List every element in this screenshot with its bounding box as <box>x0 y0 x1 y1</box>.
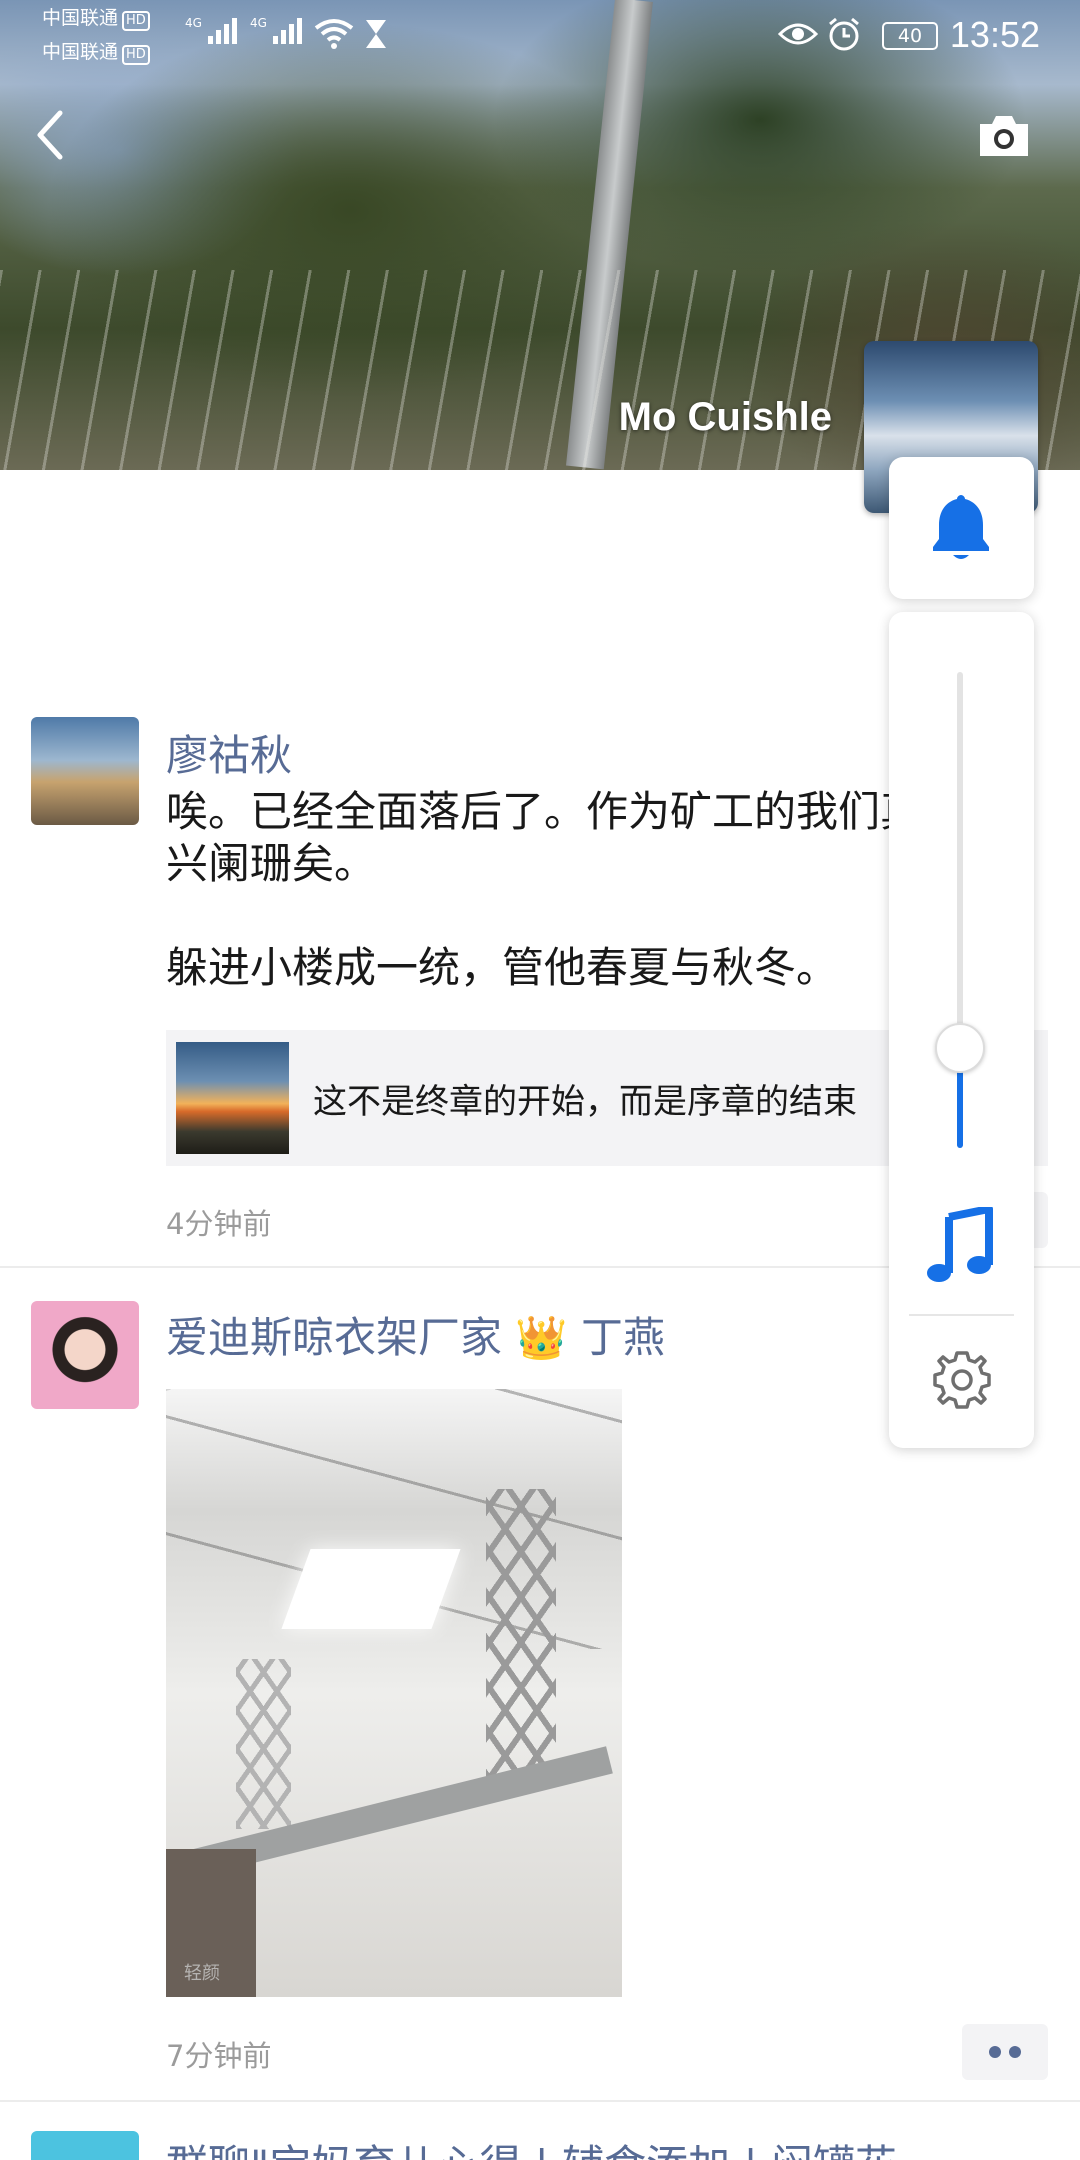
cover-user-name: Mo Cuishle <box>618 395 832 439</box>
post-timestamp: 7分钟前 <box>166 2039 272 2073</box>
avatar[interactable] <box>31 717 139 825</box>
moments-page: Mo Cuishle 中国联通 HD 中国联通 HD 4G 4G 40 13:5… <box>0 0 1080 2160</box>
more-button[interactable] <box>962 2024 1048 2080</box>
post-photo[interactable]: 轻颜 <box>166 1389 622 1997</box>
post-timestamp: 4分钟前 <box>166 1207 272 1241</box>
link-title: 这不是终章的开始，而是序章的结束 <box>313 1082 857 1122</box>
music-button[interactable] <box>925 1205 999 1287</box>
photo-watermark: 轻颜 <box>184 1963 220 1984</box>
bell-icon <box>933 495 989 559</box>
signal-icon-1: 4G <box>185 16 240 50</box>
post-author[interactable]: 群聊"宝妈育儿心得 | 辅食添加 | 闷罐花 <box>166 2132 897 2160</box>
media-volume-panel <box>889 612 1034 1448</box>
clock: 13:52 <box>949 14 1040 55</box>
alarm-icon <box>826 16 862 56</box>
carrier-label-2: 中国联通 HD <box>42 40 150 65</box>
music-note-icon <box>927 1205 993 1282</box>
gear-icon <box>933 1351 991 1409</box>
carrier-label-1: 中国联通 HD <box>42 6 150 31</box>
signal-icon-2: 4G <box>250 16 305 50</box>
avatar[interactable] <box>31 2131 139 2160</box>
panel-divider <box>909 1314 1014 1316</box>
battery-indicator: 40 <box>882 22 938 50</box>
camera-icon <box>980 116 1028 156</box>
back-button[interactable] <box>30 105 80 165</box>
settings-button[interactable] <box>929 1347 995 1413</box>
hourglass-icon <box>364 18 388 54</box>
volume-slider-thumb[interactable] <box>935 1023 985 1073</box>
post-author[interactable]: 爱迪斯晾衣架厂家 👑 丁燕 <box>166 1304 665 1365</box>
wifi-icon <box>314 18 354 54</box>
avatar[interactable] <box>31 1301 139 1409</box>
status-bar: 中国联通 HD 中国联通 HD 4G 4G 40 13:52 <box>0 0 1080 70</box>
link-thumbnail <box>176 1042 289 1154</box>
notification-button[interactable] <box>889 457 1034 599</box>
more-dots-icon <box>989 2046 1001 2058</box>
camera-button[interactable] <box>976 112 1032 160</box>
post-author[interactable]: 廖祜秋 <box>166 722 292 783</box>
back-icon <box>37 110 63 160</box>
eye-icon <box>777 18 819 54</box>
